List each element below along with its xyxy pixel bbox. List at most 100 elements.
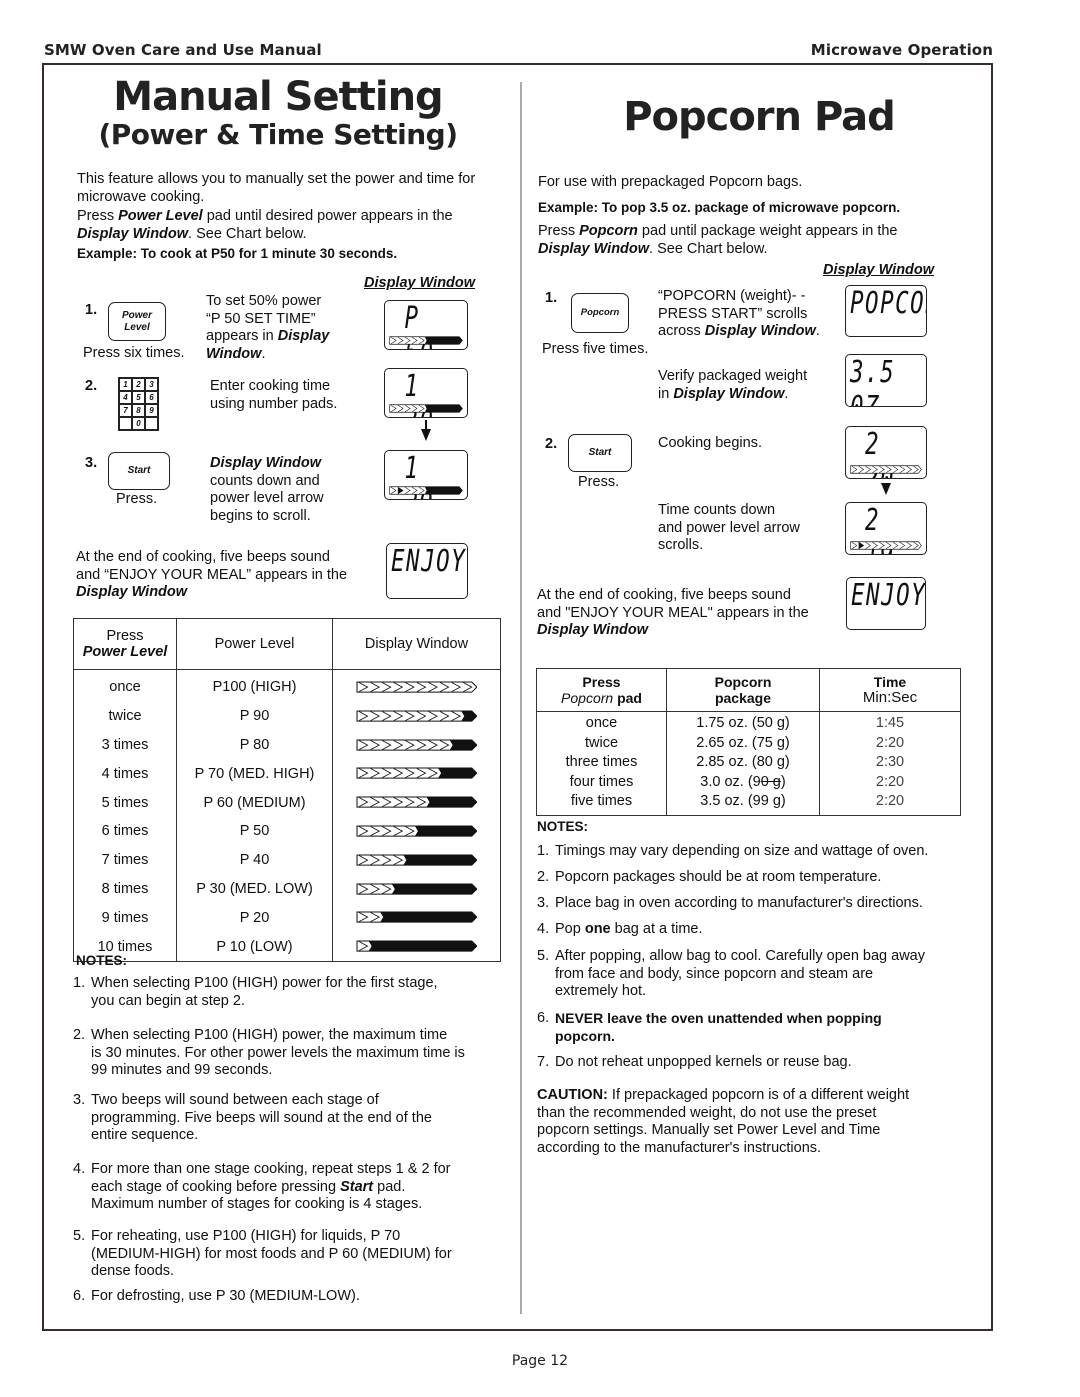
cook-time: 2:30	[875, 754, 905, 770]
number-key[interactable]: 8	[132, 404, 145, 417]
example-text: Example: To cook at P50 for 1 minute 30 …	[77, 246, 398, 261]
number-key[interactable]: 6	[145, 391, 158, 404]
cook-time: 2:20	[875, 734, 905, 751]
number-key[interactable]: 7	[119, 404, 132, 417]
press-count: 7 times	[73, 845, 177, 875]
number-key[interactable]: 2	[132, 378, 145, 391]
left-end-message: At the end of cooking, five beeps sound …	[76, 549, 348, 600]
table-row: three times 2.85 oz. (80 g) 2:30	[536, 753, 961, 773]
number-key[interactable]	[119, 417, 132, 430]
power-level-value: P 30 (MED. LOW)	[176, 874, 333, 904]
display-bar-cell	[333, 788, 501, 817]
power-level-bar	[850, 541, 922, 550]
press-count: five times	[536, 792, 667, 815]
number-keypad[interactable]: 1234567890	[118, 377, 159, 431]
press-count: once	[536, 711, 667, 734]
power-level-value: P 60 (MEDIUM)	[176, 788, 333, 817]
time-counts-down-text: Time counts down and power level arrow s…	[658, 502, 800, 553]
display-window-1-30: 1 30	[384, 368, 468, 418]
table-row: 3 times P 80	[73, 730, 501, 760]
table-row: four times 3.0 oz. (90 g) 2:20	[536, 772, 961, 792]
manual-title-header: SMW Oven Care and Use Manual	[44, 41, 322, 59]
table-row: twice 2.65 oz. (75 g) 2:20	[536, 733, 961, 753]
page-number: Page 12	[511, 1353, 569, 1369]
number-key[interactable]	[145, 417, 158, 430]
power-level-value: P 70 (MED. HIGH)	[176, 759, 333, 789]
table-header-row: Press Popcorn pad Popcorn package Time Min:…	[536, 668, 961, 712]
number-key[interactable]: 1	[119, 378, 132, 391]
table-row: 10 times P 10 (LOW)	[73, 932, 501, 962]
left-notes-title: NOTES:	[76, 953, 128, 968]
power-level-bar	[356, 710, 478, 723]
display-window-p50: P 50	[384, 300, 468, 350]
press-count: 6 times	[73, 816, 177, 846]
display-window-heading: Display Window	[823, 262, 935, 278]
step-3-text: Display Window counts down and power lev…	[210, 455, 324, 524]
press-count: four times	[536, 772, 667, 792]
number-key[interactable]: 0	[132, 417, 145, 430]
power-level-bar	[356, 681, 478, 694]
display-bar-cell	[333, 702, 501, 731]
start-pad[interactable]: Start	[108, 452, 170, 490]
table-row: 6 times P 50	[73, 816, 501, 846]
display-window-1-29: 1 29	[384, 450, 468, 500]
number-key[interactable]: 3	[145, 378, 158, 391]
step-2-text: Enter cooking time using number pads.	[210, 378, 338, 412]
power-level-value: P 40	[176, 845, 333, 875]
display-bar-cell	[333, 670, 501, 702]
popcorn-pad[interactable]: Popcorn	[571, 293, 629, 333]
power-level-bar	[356, 739, 478, 752]
step-1-number: 1.	[85, 302, 98, 318]
section-header: Microwave Operation	[810, 41, 993, 59]
popcorn-pad-title: Popcorn Pad	[623, 94, 896, 140]
table-row: 7 times P 40	[73, 845, 501, 875]
power-level-bar-graphic	[389, 486, 463, 495]
package-size: 3.0 oz. (90 g)	[666, 772, 820, 792]
press-count: 8 times	[73, 874, 177, 904]
press-count: 3 times	[73, 730, 177, 760]
power-level-bar	[389, 404, 463, 413]
cooking-begins-text: Cooking begins.	[658, 435, 762, 451]
number-key[interactable]: 4	[119, 391, 132, 404]
right-notes-title: NOTES:	[537, 819, 589, 834]
display-bar-cell	[333, 759, 501, 788]
verify-weight-text: Verify packaged weight in Display Window…	[658, 368, 808, 402]
cook-time: 2:20	[875, 793, 905, 809]
display-window-heading: Display Window	[364, 275, 476, 291]
power-level-value: P100 (HIGH)	[176, 669, 333, 702]
header-display-window: Display Window	[332, 618, 501, 670]
power-level-bar-graphic	[389, 404, 463, 413]
press-count: 9 times	[73, 903, 177, 933]
press-count: twice	[536, 733, 667, 753]
display-window-2-19: 2 19	[845, 502, 927, 555]
power-level-value: P 20	[176, 903, 333, 933]
manual-setting-title: Manual Setting	[113, 74, 443, 120]
power-level-bar	[389, 336, 463, 345]
table-row: 9 times P 20	[73, 903, 501, 933]
popcorn-table: Press Popcorn pad Popcorn package Time Min:…	[536, 668, 961, 816]
power-level-value: P 10 (LOW)	[176, 932, 333, 962]
table-row: five times 3.5 oz. (99 g) 2:20	[536, 792, 961, 815]
package-size: 1.75 oz. (50 g)	[666, 711, 820, 734]
power-level-value: P 80	[176, 730, 333, 760]
start-pad[interactable]: Start	[568, 434, 632, 472]
popcorn-step-2-number: 2.	[545, 436, 558, 452]
table-row: once P100 (HIGH)	[73, 669, 501, 702]
power-level-value: P 50	[176, 816, 333, 846]
power-level-table: Press Power Level Power Level Display Win…	[73, 618, 501, 962]
package-size: 3.5 oz. (99 g)	[666, 792, 820, 815]
caution-text: CAUTION: If prepackaged popcorn is of a …	[537, 1087, 910, 1156]
header-press: Press Popcorn pad	[536, 668, 667, 712]
power-level-pad[interactable]: Power Level	[108, 302, 166, 341]
power-level-bar-graphic	[850, 541, 922, 550]
power-level-bar	[850, 465, 922, 474]
display-bar-cell	[333, 932, 501, 961]
step-3-caption: Press.	[116, 491, 158, 507]
header-press: Press Power Level	[73, 618, 177, 670]
number-key[interactable]: 9	[145, 404, 158, 417]
power-level-bar	[356, 940, 478, 953]
number-key[interactable]: 5	[132, 391, 145, 404]
header-power-level: Power Level	[176, 618, 333, 670]
power-level-value: P 90	[176, 701, 333, 731]
power-level-bar-graphic	[850, 465, 922, 474]
